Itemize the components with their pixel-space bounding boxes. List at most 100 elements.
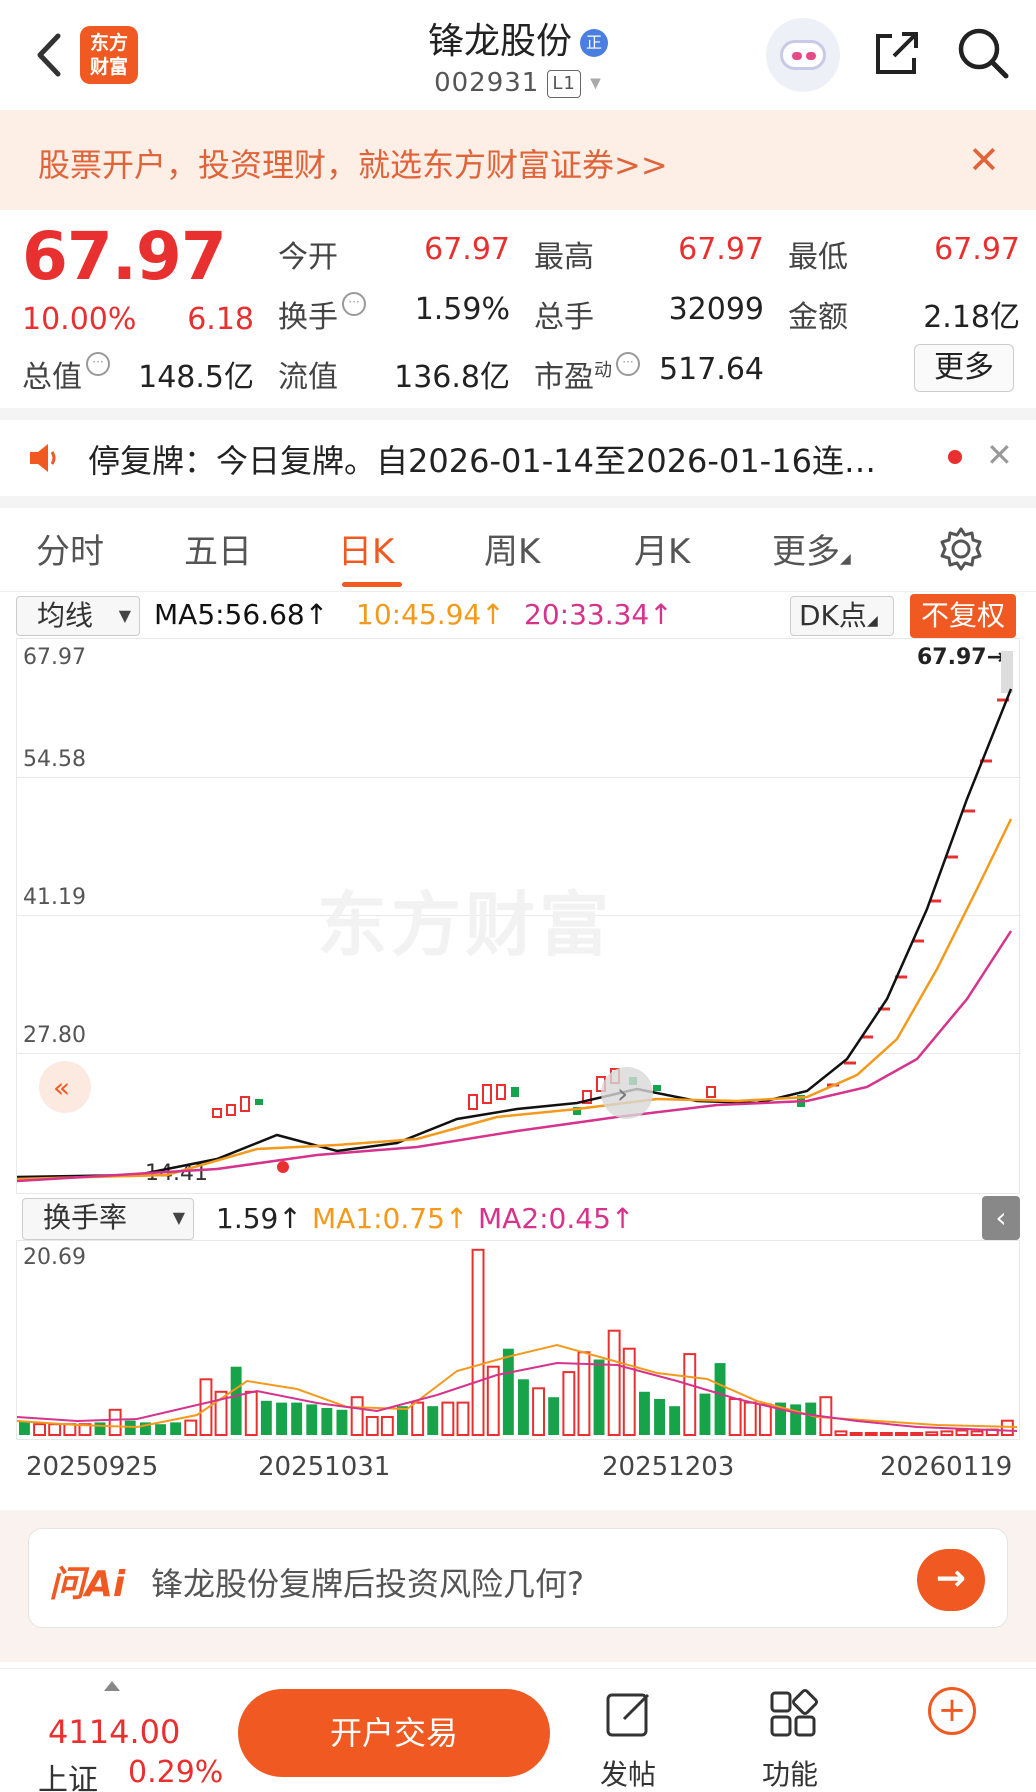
- level-badge: L1: [547, 69, 581, 98]
- promo-banner[interactable]: 股票开户，投资理财，就选东方财富证券>> ✕: [0, 110, 1036, 210]
- turnover-bar: [471, 1248, 485, 1436]
- active-tab-indicator: [342, 582, 402, 587]
- top-nav: 东方 财富 锋龙股份正 002931 L1 ▼: [0, 0, 1036, 110]
- x-tick-label: 20251203: [602, 1452, 735, 1482]
- tab-monthly-k[interactable]: 月K: [634, 524, 690, 573]
- turnover-bar: [155, 1424, 166, 1435]
- promo-text[interactable]: 股票开户，投资理财，就选东方财富证券>>: [38, 140, 668, 186]
- turnover-bar: [33, 1423, 46, 1436]
- ma10-value: 10:45.94↑: [356, 598, 505, 631]
- kline-chart[interactable]: 67.97 54.58 41.19 27.80 东方财富 67.97→ 14.4…: [16, 638, 1021, 1194]
- open-label: 今开: [278, 240, 338, 275]
- svg-text:›: ›: [617, 1077, 628, 1110]
- mktcap-value: 148.5亿: [138, 360, 254, 395]
- speaker-icon: [26, 440, 62, 476]
- turnover-value: 1.59%: [414, 292, 510, 327]
- float-value: 136.8亿: [394, 360, 510, 395]
- share-icon[interactable]: [872, 28, 922, 78]
- ai-question[interactable]: 锋龙股份复牌后投资风险几何?: [151, 1559, 584, 1605]
- turnover-bar: [518, 1379, 529, 1435]
- tab-more[interactable]: 更多◢: [772, 524, 851, 573]
- gear-icon[interactable]: [938, 526, 984, 572]
- turnover-legend: 换手率 ▼ 1.59↑ MA1:0.75↑ MA2:0.45↑ ‹: [0, 1196, 1036, 1244]
- edit-icon[interactable]: [604, 1689, 654, 1739]
- dk-point-button[interactable]: DK点◢: [790, 596, 894, 636]
- notice-text[interactable]: 停复牌：今日复牌。自2026-01-14至2026-01-16连…: [88, 436, 908, 482]
- turnover-bar: [849, 1432, 863, 1436]
- turnover-bar: [805, 1402, 817, 1435]
- amount-label: 金额: [788, 300, 848, 335]
- info-icon[interactable]: ···: [342, 292, 366, 316]
- close-icon[interactable]: ✕: [986, 436, 1013, 474]
- high-value: 67.97: [678, 232, 764, 267]
- turnover-label: 换手 ···: [278, 292, 366, 336]
- more-button[interactable]: 更多: [914, 344, 1014, 392]
- turnover-bar: [834, 1430, 848, 1436]
- turnover-bar: [397, 1406, 408, 1435]
- turnover-bar: [879, 1432, 893, 1436]
- trade-button[interactable]: 开户交易: [238, 1689, 550, 1777]
- turnover-bar: [108, 1408, 122, 1437]
- ma2-value: MA2:0.45↑: [478, 1202, 635, 1235]
- divider: [0, 496, 1036, 508]
- turnover-bar: [562, 1371, 576, 1437]
- ma5-value: MA5:56.68↑: [154, 598, 329, 631]
- tab-weekly-k[interactable]: 周K: [484, 524, 540, 573]
- turnover-bar: [184, 1419, 198, 1437]
- unread-dot: [948, 450, 962, 464]
- ai-logo: 问Ai: [49, 1564, 126, 1605]
- plus-icon[interactable]: +: [928, 1687, 976, 1735]
- turnover-bar: [441, 1401, 455, 1437]
- last-price: 67.97: [22, 218, 227, 295]
- info-icon[interactable]: ···: [616, 352, 640, 376]
- adjust-button[interactable]: 不复权: [910, 594, 1016, 638]
- tab-daily-k[interactable]: 日K: [338, 524, 394, 573]
- svg-text:«: «: [53, 1071, 70, 1104]
- change-value: 6.18: [187, 302, 254, 337]
- turnover-bar: [456, 1401, 470, 1437]
- tab-five-day[interactable]: 五日: [184, 524, 252, 573]
- stock-code: 002931: [434, 68, 540, 98]
- ai-section: 问Ai 锋龙股份复牌后投资风险几何? →: [0, 1510, 1036, 1662]
- assistant-avatar[interactable]: [766, 18, 840, 92]
- high-label: 最高: [534, 240, 594, 275]
- turnover-bar: [790, 1404, 802, 1435]
- low-value: 67.97: [934, 232, 1020, 267]
- indicator-select[interactable]: 均线 ▼: [16, 596, 140, 636]
- close-icon[interactable]: ✕: [968, 138, 1000, 182]
- bottom-bar: 4114.00 上证 0.29% 开户交易 发帖 功能 +: [0, 1668, 1036, 1792]
- turnover-bar: [170, 1422, 182, 1435]
- search-icon[interactable]: [956, 26, 1010, 80]
- post-label[interactable]: 发帖: [600, 1753, 656, 1792]
- turnover-bar: [380, 1416, 394, 1436]
- turnover-bar: [48, 1423, 62, 1436]
- ma1-value: MA1:0.75↑: [312, 1202, 469, 1235]
- float-label: 流值: [278, 360, 338, 395]
- change-pct: 10.00%: [22, 302, 137, 337]
- turnover-bar: [306, 1404, 318, 1435]
- turnover-bar: [728, 1398, 742, 1436]
- index-value[interactable]: 4114.00: [48, 1713, 180, 1751]
- amount-value: 2.18亿: [923, 300, 1020, 335]
- turnover-bar: [63, 1423, 77, 1436]
- ma-legend: 均线 ▼ MA5:56.68↑ 10:45.94↑ 20:33.34↑ DK点◢ …: [0, 592, 1036, 642]
- turnover-bar: [714, 1363, 726, 1435]
- grid-icon[interactable]: [768, 1689, 818, 1739]
- ai-question-box[interactable]: 问Ai 锋龙股份复牌后投资风险几何? →: [28, 1528, 1008, 1628]
- index-pct[interactable]: 0.29%: [128, 1755, 223, 1790]
- arrow-right-icon[interactable]: →: [917, 1549, 985, 1611]
- x-tick-label: 20260119: [880, 1452, 1013, 1482]
- x-tick-label: 20250925: [26, 1452, 159, 1482]
- function-label[interactable]: 功能: [762, 1753, 818, 1792]
- tab-intraday[interactable]: 分时: [36, 524, 104, 573]
- turnover-chart[interactable]: 20.69: [16, 1240, 1020, 1440]
- sub-indicator-select[interactable]: 换手率 ▼: [22, 1198, 194, 1240]
- collapse-icon[interactable]: ‹: [982, 1196, 1020, 1240]
- info-icon[interactable]: ···: [86, 352, 110, 376]
- index-name[interactable]: 上证: [38, 1755, 98, 1792]
- chevron-down-icon: ▼: [590, 75, 602, 92]
- pe-label: 市盈动 ···: [534, 352, 640, 396]
- volume-value: 32099: [668, 292, 764, 327]
- volume-label: 总手: [534, 300, 594, 335]
- turnover-bar: [276, 1402, 287, 1435]
